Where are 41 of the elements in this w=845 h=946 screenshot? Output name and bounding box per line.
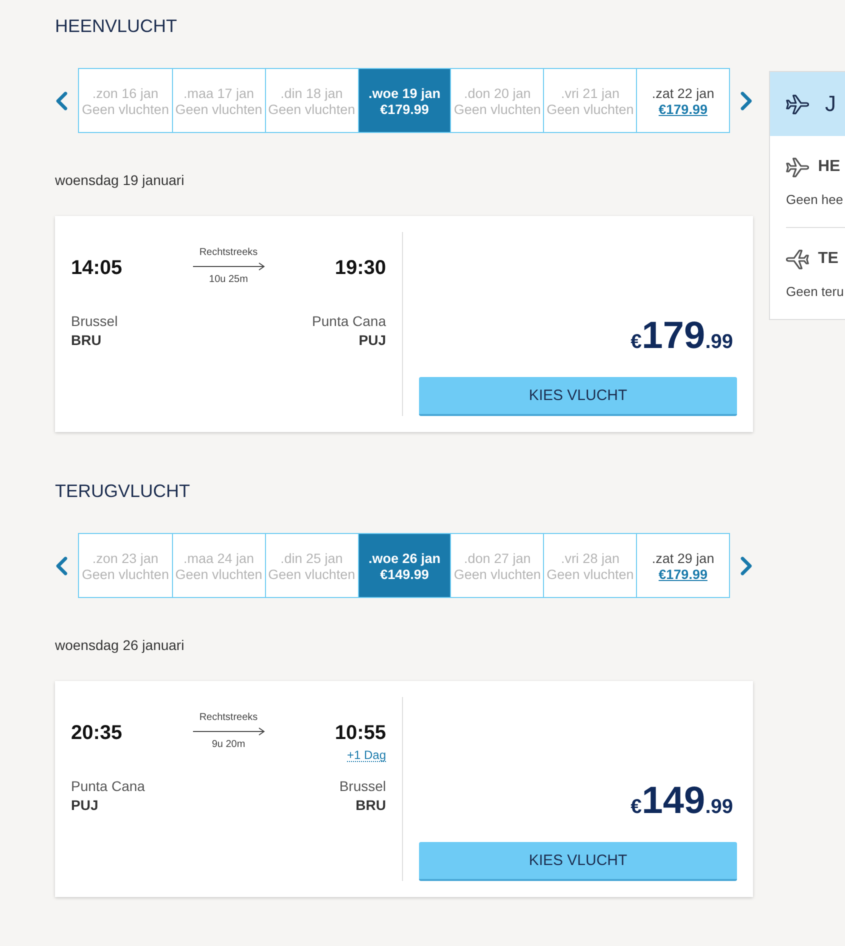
chevron-left-icon[interactable]: [55, 556, 68, 576]
arrival-time: 19:30: [334, 256, 386, 280]
section-heading: TERUGVLUCHT: [55, 480, 190, 503]
chevron-right-icon[interactable]: [740, 556, 753, 576]
route-type: Rechtstreeks: [199, 712, 258, 724]
date-tab[interactable]: .woe 26 jan €149.99: [358, 534, 450, 597]
flight-price: €149.99: [630, 780, 733, 822]
route-type: Rechtstreeks: [199, 247, 258, 259]
summary-title: J: [825, 91, 836, 117]
departure-city: Punta Cana: [71, 777, 145, 795]
chevron-right-icon[interactable]: [740, 90, 753, 110]
airplane-icon: [786, 156, 809, 178]
date-heading: woensdag 26 januari: [55, 636, 184, 654]
flight-price: €179.99: [630, 315, 733, 357]
chevron-left-icon[interactable]: [55, 90, 68, 110]
route-arrow-icon: [192, 262, 264, 271]
flight-duration: 9u 20m: [212, 739, 246, 751]
summary-section-title: TE: [818, 250, 838, 268]
arrival-airport-code: BRU: [356, 796, 386, 814]
airplane-icon: [786, 248, 809, 270]
date-heading: woensdag 19 januari: [55, 171, 184, 189]
summary-section-text: Geen teru: [786, 283, 844, 301]
date-tab[interactable]: .woe 19 jan €179.99: [358, 69, 450, 132]
airplane-icon: [786, 92, 809, 116]
route-arrow-icon: [192, 727, 264, 736]
departure-time: 20:35: [71, 721, 122, 745]
departure-time: 14:05: [71, 256, 122, 280]
departure-airport-code: BRU: [71, 331, 102, 349]
select-flight-button[interactable]: KIES VLUCHT: [419, 377, 737, 416]
arrival-city: Punta Cana: [312, 312, 386, 330]
arrival-city: Brussel: [339, 777, 386, 795]
next-day-note[interactable]: +1 Dag: [346, 749, 386, 762]
departure-airport-code: PUJ: [71, 796, 98, 814]
summary-section-title: HE: [818, 158, 840, 176]
flight-duration: 10u 25m: [209, 274, 248, 286]
departure-city: Brussel: [71, 312, 118, 330]
select-flight-button[interactable]: KIES VLUCHT: [419, 842, 737, 881]
summary-section-text: Geen hee: [786, 191, 844, 209]
arrival-time: 10:55: [334, 721, 386, 745]
arrival-airport-code: PUJ: [358, 331, 386, 349]
section-heading: HEENVLUCHT: [55, 15, 178, 38]
